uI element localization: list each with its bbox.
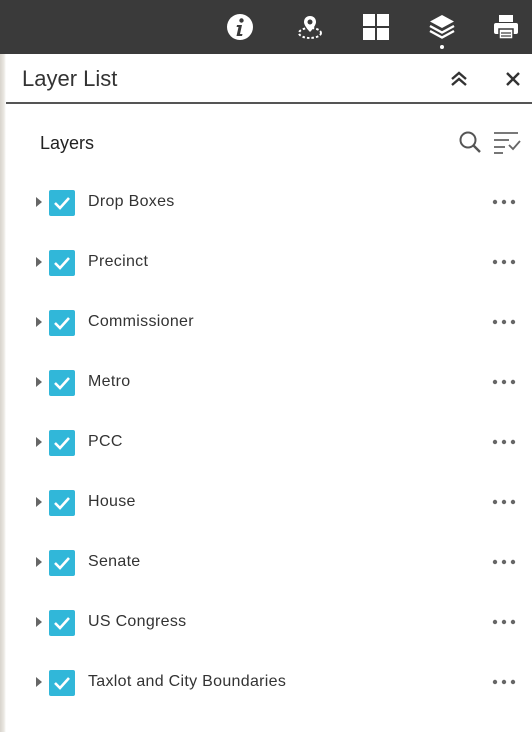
close-icon bbox=[506, 72, 520, 86]
filter-layers-button[interactable] bbox=[492, 127, 522, 157]
checkmark-icon bbox=[54, 377, 70, 390]
expand-toggle[interactable] bbox=[34, 194, 44, 210]
layer-label[interactable]: Commissioner bbox=[88, 312, 194, 332]
layer-label[interactable]: Metro bbox=[88, 372, 130, 392]
checkmark-icon bbox=[54, 617, 70, 630]
caret-right-icon bbox=[36, 377, 42, 387]
caret-right-icon bbox=[36, 617, 42, 627]
location-tool-button[interactable] bbox=[286, 0, 334, 54]
caret-right-icon bbox=[36, 677, 42, 687]
layer-list: Drop Boxes Precinct Commissioner Metro P… bbox=[6, 172, 532, 712]
more-horizontal-icon bbox=[492, 559, 516, 565]
expand-toggle[interactable] bbox=[34, 254, 44, 270]
layer-label[interactable]: Taxlot and City Boundaries bbox=[88, 672, 286, 692]
expand-toggle[interactable] bbox=[34, 554, 44, 570]
more-horizontal-icon bbox=[492, 439, 516, 445]
more-horizontal-icon bbox=[492, 379, 516, 385]
expand-toggle[interactable] bbox=[34, 614, 44, 630]
more-horizontal-icon bbox=[492, 679, 516, 685]
close-panel-button[interactable] bbox=[501, 67, 525, 91]
more-horizontal-icon bbox=[492, 259, 516, 265]
grid-icon bbox=[363, 14, 389, 40]
expand-toggle[interactable] bbox=[34, 494, 44, 510]
layer-row: Taxlot and City Boundaries bbox=[6, 652, 532, 712]
caret-right-icon bbox=[36, 257, 42, 267]
layer-options-button[interactable] bbox=[490, 192, 518, 212]
basemap-tool-button[interactable] bbox=[352, 0, 400, 54]
layer-row: Precinct bbox=[6, 232, 532, 292]
caret-right-icon bbox=[36, 497, 42, 507]
caret-right-icon bbox=[36, 197, 42, 207]
layer-visibility-checkbox[interactable] bbox=[49, 310, 75, 336]
layer-row: House bbox=[6, 472, 532, 532]
layer-row: Drop Boxes bbox=[6, 172, 532, 232]
expand-toggle[interactable] bbox=[34, 374, 44, 390]
layer-options-button[interactable] bbox=[490, 432, 518, 452]
collapse-panel-button[interactable] bbox=[447, 67, 471, 91]
layer-options-button[interactable] bbox=[490, 672, 518, 692]
search-layers-button[interactable] bbox=[455, 127, 485, 157]
checkmark-icon bbox=[54, 677, 70, 690]
layer-visibility-checkbox[interactable] bbox=[49, 190, 75, 216]
more-horizontal-icon bbox=[492, 619, 516, 625]
layer-options-button[interactable] bbox=[490, 372, 518, 392]
layer-row: Senate bbox=[6, 532, 532, 592]
layer-row: Metro bbox=[6, 352, 532, 412]
expand-toggle[interactable] bbox=[34, 434, 44, 450]
app-page: Layer List Layers Drop Boxes Precinct Co… bbox=[0, 0, 532, 732]
info-icon bbox=[227, 14, 253, 40]
layer-options-button[interactable] bbox=[490, 492, 518, 512]
layer-row: US Congress bbox=[6, 592, 532, 652]
location-icon bbox=[298, 16, 322, 39]
layer-label[interactable]: PCC bbox=[88, 432, 123, 452]
double-chevron-up-icon bbox=[451, 71, 467, 86]
layer-row: PCC bbox=[6, 412, 532, 472]
checkmark-icon bbox=[54, 317, 70, 330]
print-icon bbox=[494, 15, 518, 40]
layer-label[interactable]: US Congress bbox=[88, 612, 186, 632]
print-tool-button[interactable] bbox=[482, 0, 530, 54]
layer-visibility-checkbox[interactable] bbox=[49, 490, 75, 516]
panel-title: Layer List bbox=[22, 66, 118, 91]
more-horizontal-icon bbox=[492, 319, 516, 325]
checkmark-icon bbox=[54, 437, 70, 450]
filter-list-icon bbox=[494, 132, 521, 154]
panel-header: Layer List bbox=[6, 54, 532, 104]
layers-section-title: Layers bbox=[40, 133, 95, 153]
layer-visibility-checkbox[interactable] bbox=[49, 430, 75, 456]
layer-row: Commissioner bbox=[6, 292, 532, 352]
layer-options-button[interactable] bbox=[490, 552, 518, 572]
caret-right-icon bbox=[36, 437, 42, 447]
layer-list-tool-button[interactable] bbox=[418, 0, 466, 54]
layer-label[interactable]: Drop Boxes bbox=[88, 192, 175, 212]
checkmark-icon bbox=[54, 257, 70, 270]
layers-icon bbox=[429, 15, 455, 39]
expand-toggle[interactable] bbox=[34, 674, 44, 690]
layer-visibility-checkbox[interactable] bbox=[49, 370, 75, 396]
checkmark-icon bbox=[54, 197, 70, 210]
layer-label[interactable]: House bbox=[88, 492, 136, 512]
checkmark-icon bbox=[54, 557, 70, 570]
layer-options-button[interactable] bbox=[490, 252, 518, 272]
more-horizontal-icon bbox=[492, 499, 516, 505]
search-icon bbox=[459, 131, 481, 153]
layer-visibility-checkbox[interactable] bbox=[49, 550, 75, 576]
checkmark-icon bbox=[54, 497, 70, 510]
layer-label[interactable]: Senate bbox=[88, 552, 141, 572]
layer-visibility-checkbox[interactable] bbox=[49, 670, 75, 696]
layer-options-button[interactable] bbox=[490, 312, 518, 332]
more-horizontal-icon bbox=[492, 199, 516, 205]
layer-visibility-checkbox[interactable] bbox=[49, 610, 75, 636]
layer-visibility-checkbox[interactable] bbox=[49, 250, 75, 276]
layer-options-button[interactable] bbox=[490, 612, 518, 632]
layer-label[interactable]: Precinct bbox=[88, 252, 148, 272]
active-tool-indicator bbox=[440, 45, 444, 49]
top-toolbar bbox=[0, 0, 532, 54]
layer-list-panel: Layer List Layers Drop Boxes Precinct Co… bbox=[6, 54, 532, 732]
caret-right-icon bbox=[36, 557, 42, 567]
caret-right-icon bbox=[36, 317, 42, 327]
expand-toggle[interactable] bbox=[34, 314, 44, 330]
info-tool-button[interactable] bbox=[216, 0, 264, 54]
layers-section-header: Layers bbox=[6, 104, 532, 178]
